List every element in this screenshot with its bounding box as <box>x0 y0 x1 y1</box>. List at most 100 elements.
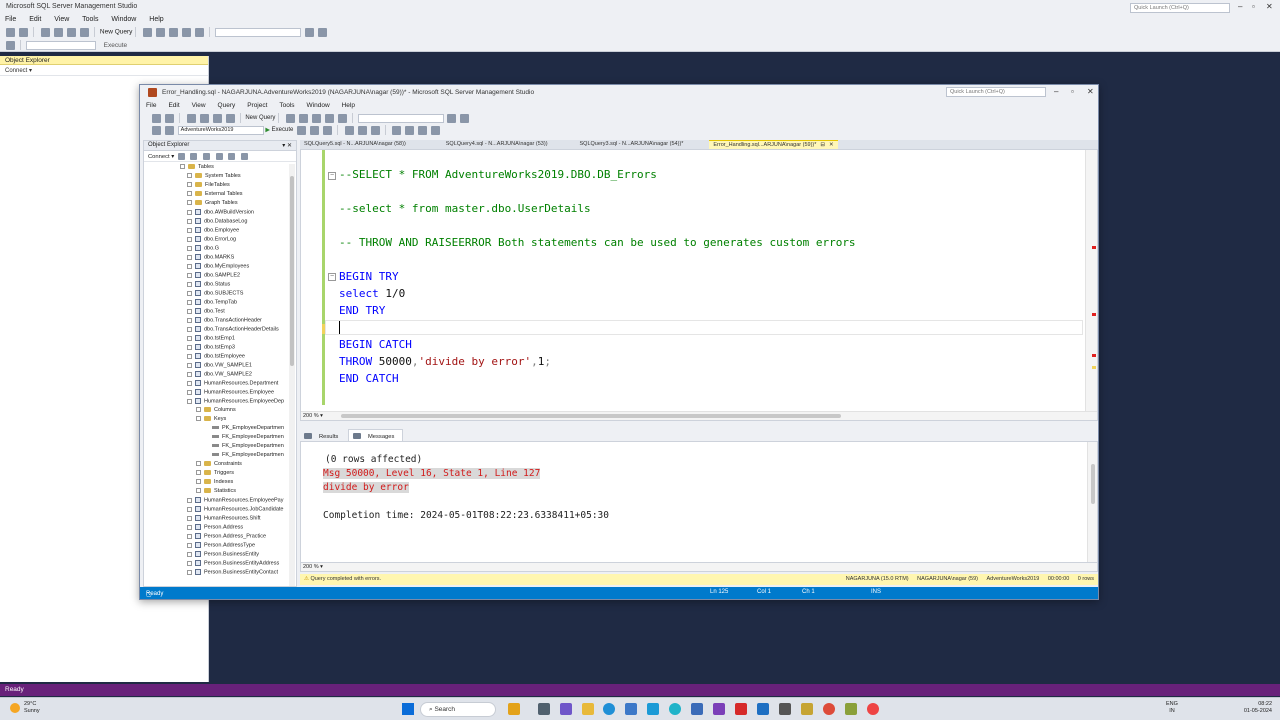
execute-play-icon[interactable]: ▶ <box>265 128 270 134</box>
main-forward-icon[interactable] <box>165 113 174 123</box>
collapse-icon[interactable] <box>187 398 192 404</box>
execute-button[interactable]: Execute <box>104 42 128 49</box>
solution-config-select[interactable] <box>215 27 302 37</box>
main-redo-icon[interactable] <box>338 113 348 123</box>
menu-view[interactable]: View <box>54 16 69 23</box>
taskbar-search-box[interactable]: ⌕ Search <box>420 702 496 717</box>
tree-node[interactable]: dbo.tstEmployee <box>187 353 245 362</box>
tree-node[interactable]: Person.Address <box>187 524 243 533</box>
main-menu-project[interactable]: Project <box>247 102 267 109</box>
expand-icon[interactable] <box>187 371 192 377</box>
main-open-icon[interactable] <box>199 113 209 123</box>
tree-node[interactable]: dbo.ErrorLog <box>187 236 236 245</box>
tab-sqlquery3[interactable]: SQLQuery3.sql - N...ARJUNA\nagar (54))* <box>576 140 688 149</box>
menu-tools[interactable]: Tools <box>82 16 98 23</box>
tree-node[interactable]: HumanResources.Employee <box>187 389 274 398</box>
main-new-query-button[interactable]: New Query <box>245 115 275 121</box>
tree-node[interactable]: dbo.G <box>187 245 219 254</box>
tree-node[interactable]: FK_EmployeeDepartmen <box>204 443 284 452</box>
expand-icon[interactable] <box>187 254 192 260</box>
tree-node[interactable]: External Tables <box>187 191 243 200</box>
close-icon[interactable]: ✕ <box>1266 2 1273 11</box>
tab-pin-icon[interactable]: ⊟ <box>820 142 825 148</box>
fold-toggle-try-icon[interactable]: − <box>328 273 336 281</box>
editor-horizontal-scrollbar[interactable]: 200 % ▾ <box>301 411 1097 420</box>
tree-node[interactable]: Columns <box>196 407 236 416</box>
main-back-icon[interactable] <box>152 113 161 123</box>
maximize-icon[interactable]: ▫ <box>1252 2 1255 11</box>
widgets-app-icon[interactable] <box>508 703 520 715</box>
tree-node[interactable]: HumanResources.Department <box>187 380 278 389</box>
main-menu-file[interactable]: File <box>146 102 156 109</box>
tree-node[interactable]: dbo.tstEmp1 <box>187 335 235 344</box>
main-close-icon[interactable]: ✕ <box>1087 87 1094 96</box>
paste-icon[interactable] <box>169 27 179 37</box>
tree-node[interactable]: dbo.TempTab <box>187 299 237 308</box>
sql-editor[interactable]: − --SELECT * FROM AdventureWorks2019.DBO… <box>300 149 1098 421</box>
tree-node[interactable]: dbo.VW_SAMPLE2 <box>187 371 252 380</box>
tab-sqlquery4[interactable]: SQLQuery4.sql - N...ARJUNA\nagar (53)) <box>442 140 552 149</box>
tree-node[interactable]: dbo.AWBuildVersion <box>187 209 254 218</box>
ssms-taskbar-icon[interactable] <box>801 703 813 715</box>
expand-icon[interactable] <box>187 317 192 323</box>
settings-app-icon[interactable] <box>691 703 703 715</box>
tree-node[interactable]: Person.Address_Practice <box>187 533 266 542</box>
results-to-grid-icon[interactable] <box>357 125 367 135</box>
save-all-icon[interactable] <box>79 27 89 37</box>
chrome-browser-icon[interactable] <box>823 703 835 715</box>
expand-icon[interactable] <box>187 497 192 503</box>
tree-node[interactable]: Person.BusinessEntityAddress <box>187 560 279 569</box>
expand-icon[interactable] <box>187 542 192 548</box>
tools-icon[interactable] <box>305 27 315 37</box>
tree-node[interactable]: dbo.Status <box>187 281 230 290</box>
edge-browser-icon[interactable] <box>603 703 615 715</box>
cortana-app-icon[interactable] <box>669 703 681 715</box>
expand-icon[interactable] <box>187 326 192 332</box>
connect-icon[interactable] <box>6 40 15 50</box>
input-language-indicator[interactable]: ENG IN <box>1166 701 1178 715</box>
tree-node[interactable]: Person.AddressType <box>187 542 255 551</box>
tree-node[interactable]: Keys <box>196 416 226 425</box>
tree-node[interactable]: dbo.MyEmployees <box>187 263 249 272</box>
menu-edit[interactable]: Edit <box>29 16 41 23</box>
indent-icon[interactable] <box>418 125 428 135</box>
expand-icon[interactable] <box>196 479 201 485</box>
main-copy-icon[interactable] <box>299 113 309 123</box>
expand-icon[interactable] <box>196 470 201 476</box>
expand-icon[interactable] <box>187 380 192 386</box>
main-solution-config-select[interactable] <box>357 113 444 123</box>
tree-node[interactable]: FileTables <box>187 182 230 191</box>
expand-icon[interactable] <box>187 227 192 233</box>
tree-node[interactable]: Tables <box>180 164 214 173</box>
main-minimize-icon[interactable]: – <box>1054 87 1058 96</box>
terminal-app-icon[interactable] <box>779 703 791 715</box>
parse-icon[interactable] <box>310 125 319 135</box>
expand-icon[interactable] <box>187 209 192 215</box>
main-connect-icon[interactable] <box>152 125 161 135</box>
main-tools-icon[interactable] <box>447 113 457 123</box>
main-save-all-icon[interactable] <box>225 113 235 123</box>
minimize-icon[interactable]: – <box>1238 2 1242 11</box>
expand-icon[interactable] <box>187 236 192 242</box>
tree-node[interactable]: dbo.SAMPLE2 <box>187 272 240 281</box>
expand-icon[interactable] <box>187 308 192 314</box>
expand-icon[interactable] <box>187 200 192 206</box>
main-change-connection-icon[interactable] <box>165 125 174 135</box>
main-menu-window[interactable]: Window <box>307 102 330 109</box>
back-icon[interactable] <box>6 27 15 37</box>
save-icon[interactable] <box>66 27 76 37</box>
tree-node[interactable]: System Tables <box>187 173 241 182</box>
notepad-app-icon[interactable] <box>845 703 857 715</box>
visual-studio-icon[interactable] <box>713 703 725 715</box>
expand-icon[interactable] <box>187 353 192 359</box>
new-query-button[interactable]: New Query <box>100 29 133 36</box>
expand-icon[interactable] <box>187 245 192 251</box>
forward-icon[interactable] <box>19 27 28 37</box>
task-view-icon[interactable] <box>538 703 550 715</box>
tree-node[interactable]: Constraints <box>196 461 242 470</box>
expand-icon[interactable] <box>187 506 192 512</box>
chat-app-icon[interactable] <box>560 703 572 715</box>
tree-node[interactable]: FK_EmployeeDepartmen <box>204 434 284 443</box>
undo-icon[interactable] <box>182 27 192 37</box>
settings-icon[interactable] <box>318 27 328 37</box>
